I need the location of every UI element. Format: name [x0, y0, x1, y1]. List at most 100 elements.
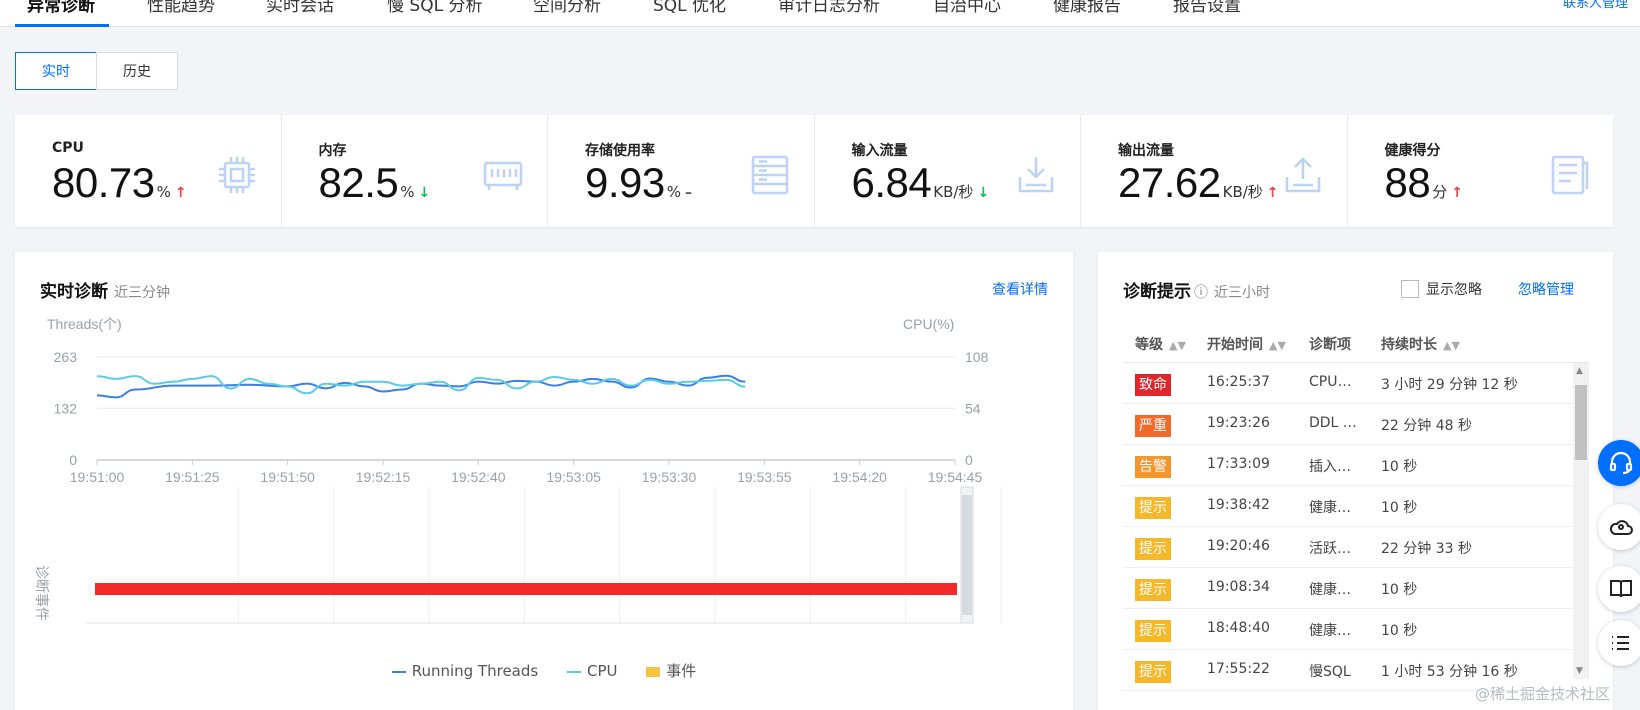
panel-subtitle: 近三分钟 [114, 285, 170, 301]
info-icon[interactable]: ⓘ [1194, 285, 1208, 301]
cpu-icon [218, 157, 255, 193]
diagnosis-tips-panel: 诊断提示 ⓘ 近三小时 显示忽略 忽略管理 等级 ▲▼ 开始时间 ▲▼ 诊断项 持续时长… [1098, 252, 1613, 710]
scroll-up-icon[interactable]: ▲ [1576, 366, 1583, 376]
column-header-duration[interactable]: 持续时长 ▲▼ [1381, 334, 1460, 354]
item-cell[interactable]: 健康… [1309, 579, 1351, 599]
trend-down-icon: ↓ [977, 185, 990, 201]
y2-tick-label: 54 [965, 401, 981, 417]
item-cell[interactable]: 健康… [1309, 620, 1351, 640]
metric-card-storage[interactable]: 存储使用率 9.93% – [548, 115, 815, 227]
legend-item[interactable]: CPU [566, 662, 618, 680]
memory-icon [483, 161, 523, 190]
table-row[interactable]: 告警 17:33:09 插入… 10 秒 [1123, 445, 1589, 486]
tab-health-report[interactable]: 健康报告 [1053, 0, 1121, 18]
table-row[interactable]: 提示 18:48:40 健康… 10 秒 [1123, 609, 1589, 650]
metric-unit: % [666, 183, 682, 201]
metric-card-outbound[interactable]: 输出流量 27.62 KB/秒 ↑ [1081, 115, 1348, 227]
tab-realtime-session[interactable]: 实时会话 [266, 0, 334, 18]
diagnosis-table-body: 致命 16:25:37 CPU… 3 小时 29 分钟 12 秒严重 19:23:26 D… [1123, 362, 1589, 702]
contact-management-link[interactable]: 联系人管理 [1563, 0, 1628, 11]
y2-axis-label: CPU(%) [903, 316, 954, 332]
table-row[interactable]: 严重 19:23:26 DDL … 22 分钟 48 秒 [1123, 404, 1589, 445]
table-row[interactable]: 致命 16:25:37 CPU… 3 小时 29 分钟 12 秒 [1123, 363, 1589, 404]
legend-label: Running Threads [411, 662, 539, 680]
customer-service-button[interactable] [1598, 440, 1640, 486]
duration-cell: 1 小时 53 分钟 16 秒 [1381, 664, 1518, 680]
x-tick-label: 19:54:45 [928, 469, 983, 485]
duration-cell: 22 分钟 33 秒 [1381, 541, 1472, 557]
level-badge: 严重 [1135, 415, 1171, 437]
metric-unit: 分 [1432, 183, 1448, 201]
scrollbar-thumb[interactable] [1575, 385, 1587, 460]
metric-label: 内存 [318, 143, 347, 159]
cloud-user-button[interactable] [1598, 504, 1640, 550]
column-header-start-time[interactable]: 开始时间 ▲▼ [1207, 334, 1286, 354]
table-scrollbar[interactable]: ▲ ▼ [1573, 363, 1589, 679]
download-icon [1018, 157, 1054, 193]
legend-item[interactable]: Running Threads [391, 662, 539, 680]
metric-label: 健康得分 [1384, 143, 1441, 159]
metrics-bar: CPU 80.73% ↑ 内存 82.5% ↓ 存储使用率 9.93% – 输入流量 … [15, 115, 1613, 227]
scroll-down-icon[interactable]: ▼ [1576, 666, 1583, 676]
legend-item[interactable]: 事件 [646, 662, 696, 680]
start-time-cell: 16:25:37 [1207, 374, 1270, 390]
level-badge: 提示 [1135, 661, 1171, 683]
x-tick-label: 19:52:15 [356, 469, 411, 485]
view-details-link[interactable]: 查看详情 [992, 279, 1048, 299]
item-cell[interactable]: 慢SQL [1309, 661, 1351, 681]
metric-card-memory[interactable]: 内存 82.5% ↓ [282, 115, 548, 227]
headset-icon [1609, 451, 1633, 475]
realtime-toggle-button[interactable]: 实时 [15, 52, 97, 90]
book-icon [1610, 580, 1632, 598]
metric-card-health-score[interactable]: 健康得分 88 分 ↑ [1348, 115, 1614, 227]
top-nav: 异常诊断 性能趋势 实时会话 慢 SQL 分析 空间分析 SQL 优化 审计日志… [0, 0, 1640, 27]
item-cell[interactable]: 插入… [1309, 456, 1351, 476]
metric-label: 输出流量 [1118, 143, 1174, 159]
tab-audit-log[interactable]: 审计日志分析 [778, 0, 880, 18]
panel-title: 诊断提示 ⓘ 近三小时 [1123, 277, 1270, 302]
ignore-management-link[interactable]: 忽略管理 [1518, 279, 1574, 299]
item-cell[interactable]: 活跃… [1309, 538, 1351, 558]
start-time-cell: 19:20:46 [1207, 538, 1270, 554]
item-cell[interactable]: 健康… [1309, 497, 1351, 517]
tab-slow-sql[interactable]: 慢 SQL 分析 [387, 0, 482, 18]
legend-label: 事件 [666, 662, 697, 680]
column-header-level[interactable]: 等级 ▲▼ [1135, 334, 1186, 354]
metric-unit: % [156, 183, 171, 201]
metric-value: 9.93 [585, 159, 665, 206]
legend-label: CPU [586, 662, 618, 680]
history-toggle-button[interactable]: 历史 [96, 52, 178, 90]
level-badge: 提示 [1135, 538, 1171, 560]
start-time-cell: 17:33:09 [1207, 456, 1270, 472]
x-tick-label: 19:51:00 [70, 469, 125, 485]
metric-card-cpu[interactable]: CPU 80.73% ↑ [15, 115, 282, 227]
duration-cell: 10 秒 [1381, 582, 1418, 598]
table-row[interactable]: 提示 19:38:42 健康… 10 秒 [1123, 486, 1589, 527]
level-cell: 提示 [1135, 497, 1171, 519]
metric-value: 88 [1384, 159, 1431, 206]
show-ignored-checkbox[interactable]: 显示忽略 [1401, 279, 1482, 299]
trend-up-icon: ↑ [1451, 185, 1463, 201]
tab-performance-trend[interactable]: 性能趋势 [147, 0, 215, 18]
checkbox-box[interactable] [1401, 280, 1419, 298]
item-cell[interactable]: CPU… [1309, 374, 1351, 390]
metric-card-inbound[interactable]: 输入流量 6.84 KB/秒 ↓ [815, 115, 1081, 227]
tab-autonomy-center[interactable]: 自治中心 [933, 0, 1001, 18]
event-zoom-fill [962, 495, 972, 615]
tab-anomaly-diagnosis[interactable]: 异常诊断 [27, 0, 95, 18]
level-badge: 提示 [1135, 579, 1171, 601]
table-row[interactable]: 提示 19:20:46 活跃… 22 分钟 33 秒 [1123, 527, 1589, 568]
table-row[interactable]: 提示 19:08:34 健康… 10 秒 [1123, 568, 1589, 609]
trend-down-icon: ↓ [418, 185, 431, 201]
tab-report-settings[interactable]: 报告设置 [1173, 0, 1241, 18]
level-badge: 提示 [1135, 497, 1171, 519]
watermark: @稀土掘金技术社区 [1475, 685, 1611, 703]
documentation-button[interactable] [1598, 566, 1640, 612]
y-tick-label: 263 [54, 349, 78, 365]
item-cell[interactable]: DDL … [1309, 415, 1357, 431]
level-badge: 提示 [1135, 620, 1171, 642]
x-tick-label: 19:53:55 [737, 469, 792, 485]
tab-space-analysis[interactable]: 空间分析 [533, 0, 601, 18]
menu-button[interactable] [1598, 620, 1640, 666]
tab-sql-optimize[interactable]: SQL 优化 [653, 0, 726, 18]
